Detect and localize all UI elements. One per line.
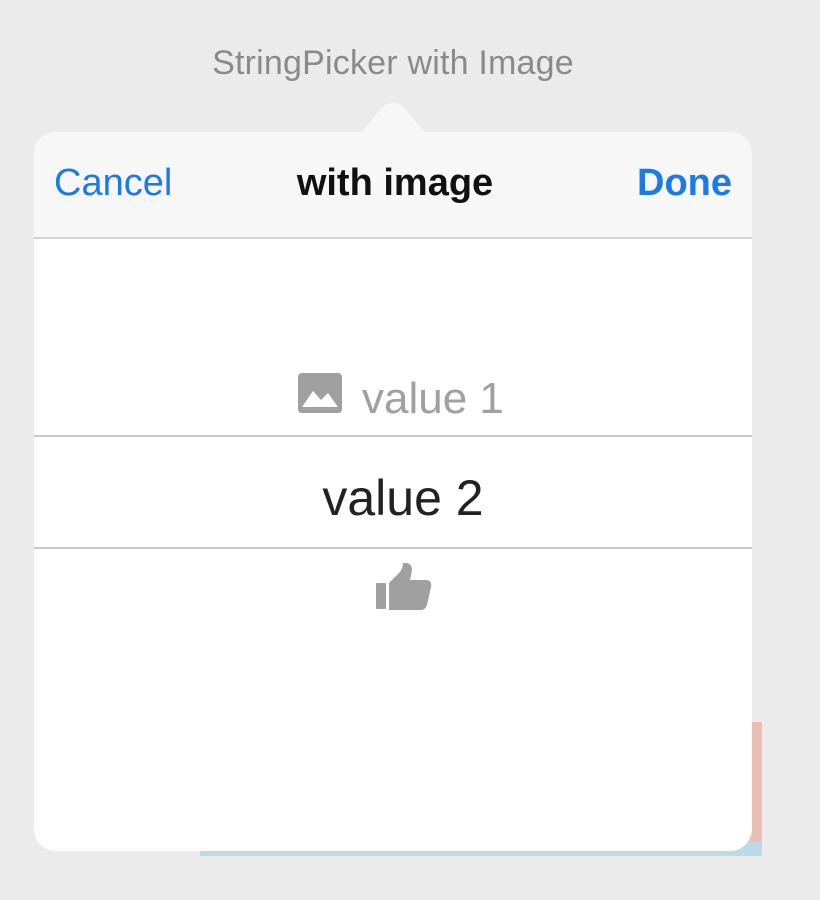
picker-wheel[interactable]: value 1 value 2	[34, 239, 752, 851]
picker-toolbar: Cancel with image Done	[34, 132, 752, 239]
picker-row-label: value 2	[322, 470, 484, 526]
picker-row-selected[interactable]: value 2	[34, 469, 752, 527]
image-icon	[298, 373, 342, 413]
picker-row-label: value 1	[362, 374, 504, 423]
picker-row[interactable]: value 1	[298, 365, 504, 423]
source-button-title[interactable]: StringPicker with Image	[0, 44, 786, 83]
selection-indicator-bottom	[34, 547, 752, 549]
thumbs-up-icon[interactable]	[376, 563, 432, 611]
selection-indicator-top	[34, 435, 752, 437]
popover-arrow	[360, 102, 426, 134]
string-picker-popover: Cancel with image Done value 1 value 2	[34, 132, 752, 851]
picker-title-text: with image	[296, 162, 494, 204]
done-button[interactable]: Done	[637, 162, 732, 205]
cancel-button[interactable]: Cancel	[54, 162, 172, 205]
